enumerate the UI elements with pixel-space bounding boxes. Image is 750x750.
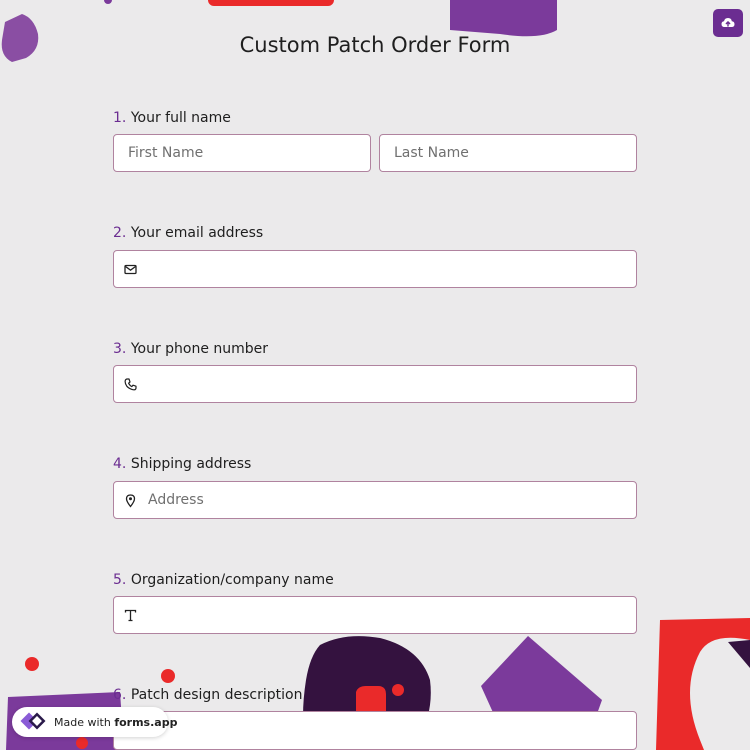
question-number: 6. — [113, 687, 127, 703]
badge-brand: forms.app — [114, 715, 178, 729]
deco-red-frame-right — [656, 618, 750, 750]
question-shipping-address: 4. Shipping address — [113, 455, 637, 520]
deco-dark-corner-right — [728, 640, 750, 668]
phone-input[interactable] — [114, 366, 636, 402]
last-name-input[interactable] — [380, 135, 636, 171]
deco-purple-block-top — [450, 0, 557, 37]
question-text: Your full name — [130, 110, 231, 126]
made-with-badge[interactable]: Made with forms.app — [12, 707, 177, 737]
address-input[interactable] — [114, 482, 636, 518]
patch-design-field[interactable] — [113, 711, 637, 750]
question-text: Shipping address — [130, 456, 252, 472]
question-label: 1. Your full name — [113, 109, 637, 127]
deco-red-dot-left — [25, 657, 39, 671]
question-number: 4. — [113, 456, 127, 472]
deco-red-dot-bottom — [76, 737, 88, 749]
deco-red-bar-top — [208, 0, 334, 6]
email-field[interactable] — [113, 250, 637, 288]
phone-field[interactable] — [113, 365, 637, 403]
question-phone: 3. Your phone number — [113, 340, 637, 404]
question-text: Your email address — [130, 225, 264, 241]
last-name-field[interactable] — [379, 134, 637, 172]
question-label: 4. Shipping address — [113, 455, 637, 473]
badge-text: Made with forms.app — [54, 716, 177, 729]
deco-red-dot-mid — [161, 669, 175, 683]
question-label: 3. Your phone number — [113, 340, 637, 358]
address-field[interactable] — [113, 481, 637, 519]
question-number: 2. — [113, 225, 127, 241]
first-name-field[interactable] — [113, 134, 371, 172]
email-input[interactable] — [114, 251, 636, 287]
question-number: 5. — [113, 572, 127, 588]
forms-app-logo-icon — [20, 710, 50, 734]
deco-purple-dot-top — [104, 0, 112, 4]
question-patch-design: 6. Patch design description — [113, 686, 637, 750]
question-label: 2. Your email address — [113, 224, 637, 242]
badge-made-with: Made with — [54, 715, 111, 729]
first-name-input[interactable] — [114, 135, 370, 171]
question-label: 5. Organization/company name — [113, 571, 637, 589]
organization-field[interactable] — [113, 596, 637, 634]
question-full-name: 1. Your full name — [113, 109, 637, 173]
organization-input[interactable] — [114, 597, 636, 633]
upload-button[interactable] — [713, 9, 743, 37]
question-text: Your phone number — [130, 341, 269, 357]
question-label: 6. Patch design description — [113, 686, 637, 704]
question-text: Patch design description — [130, 687, 303, 703]
question-number: 1. — [113, 110, 127, 126]
question-organization: 5. Organization/company name — [113, 571, 637, 635]
question-text: Organization/company name — [130, 572, 334, 588]
question-number: 3. — [113, 341, 127, 357]
question-email: 2. Your email address — [113, 224, 637, 289]
cloud-upload-icon — [721, 14, 735, 33]
patch-design-input[interactable] — [114, 712, 636, 749]
page-title: Custom Patch Order Form — [239, 33, 511, 57]
